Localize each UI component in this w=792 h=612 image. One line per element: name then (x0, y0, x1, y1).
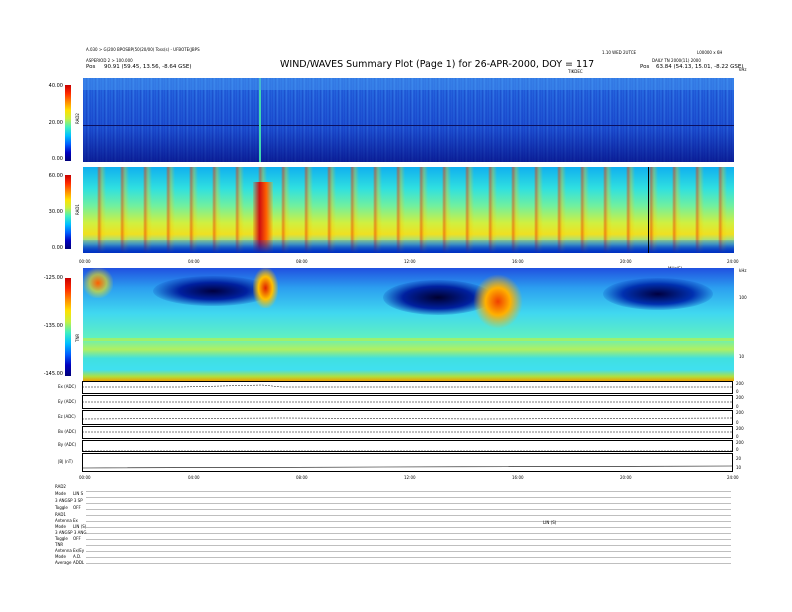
ey-name: Ey (ADC) (58, 399, 76, 404)
status-rad1-toggle-label: Toggle (55, 536, 68, 541)
time-axis2-5: 20:00 (620, 475, 632, 480)
status-rad1-antenna-value: Ex (73, 518, 78, 523)
by-right-top: 200 (736, 440, 744, 445)
tnr-right-tick-100: 100 (739, 295, 747, 300)
header-position-right: 63.84 (54.13, 15.01, -8.22 GSE) (656, 64, 744, 70)
status-rad2-toggle-value: OFF (73, 505, 81, 510)
rad1-name: RAD1 (75, 204, 80, 215)
header-param-line1: A.030 > G(200 BPOSBP(50(20/00) Toss(s) -… (86, 47, 200, 52)
header-right-line3: DAILY TN 2000(11) 2000 (652, 58, 701, 63)
by-right-bottom: 0 (736, 447, 739, 452)
rad1-tick-top: 60.00 (48, 173, 63, 179)
time-axis1-6: 24:00 (727, 259, 739, 264)
rad2-name: RAD2 (75, 113, 80, 124)
ey-right-top: 200 (736, 395, 744, 400)
rad2-top-label: TIKDEC (568, 69, 583, 74)
ex-right-bottom: 0 (736, 389, 739, 394)
time-axis1-0: 00:00 (79, 259, 91, 264)
tnr-right-unit: kHz (739, 268, 747, 273)
status-tnr-mode-label: Mode (55, 554, 66, 559)
status-tnr-label: TNR (55, 542, 64, 547)
tnr-spectrogram (83, 268, 734, 381)
rad1-tick-bottom: 0.00 (51, 245, 63, 251)
rad1-tick-mid: 30.00 (48, 209, 63, 215)
time-axis2-6: 24:00 (727, 475, 739, 480)
b-right-bottom: 10 (736, 465, 742, 470)
tnr-tick-top: -125.00 (43, 275, 63, 281)
rad1-spectrogram (83, 167, 734, 253)
status-rad1-mode-label: Mode (55, 524, 66, 529)
time-axis2-2: 08:00 (296, 475, 308, 480)
tnr-right-tick-10: 10 (739, 354, 745, 359)
status-tnr-average-label: Average (55, 560, 72, 565)
rad2-tick-top: 40.00 (48, 83, 63, 89)
status-rad1-mode-value: LIN (S) (73, 524, 87, 529)
rad2-spectrogram (83, 78, 734, 162)
status-rad2-label: RAD2 (55, 484, 66, 489)
status-tnr-mode-value: A.D. (73, 554, 82, 559)
status-rad2-angsp-label: 3 ANGSP 3 SP (55, 498, 83, 503)
status-rad1-antenna-label: Antenna (55, 518, 72, 523)
by-name: By (ADC) (58, 442, 77, 447)
rad2-tick-mid: 20.00 (48, 120, 63, 126)
tnr-tick-mid: -135.00 (43, 323, 63, 329)
header-param-line2: ASPERIOD 2 > 100.000 (86, 58, 133, 63)
status-tnr-antenna-label: Antenna (55, 548, 72, 553)
b-trace (82, 465, 733, 469)
header-position-left: 90.91 (59.45, 13.56, -8.64 GSE) (104, 64, 192, 70)
status-rad2-mode-value: LIN S (73, 491, 84, 496)
header-right-line2: L00000 x 6H (697, 50, 723, 55)
b-name: |B| (nT) (58, 459, 73, 464)
plot-title: WIND/WAVES Summary Plot (Page 1) for 26-… (280, 59, 595, 70)
ex-name: Ex (ADC) (58, 384, 76, 389)
ex-trace (82, 384, 733, 388)
bx-name: Bx (ADC) (58, 429, 77, 434)
ez-right-bottom: 0 (736, 420, 739, 425)
time-axis1-3: 12:00 (404, 259, 416, 264)
unit-top-label: kHz (739, 67, 747, 72)
rad2-colorbar (65, 85, 71, 161)
time-series-traces (82, 384, 733, 469)
tnr-name: TNR (75, 333, 80, 342)
status-dotted-rows (86, 486, 731, 566)
b-right-top: 20 (736, 456, 742, 461)
time-axis2-3: 12:00 (404, 475, 416, 480)
status-rad1-label: RAD1 (55, 512, 66, 517)
time-axis2-4: 16:00 (512, 475, 524, 480)
bx-right-bottom: 0 (736, 434, 739, 439)
bx-right-top: 200 (736, 426, 744, 431)
status-tnr-antenna-value: Ex/Ey (73, 548, 85, 553)
ez-trace (82, 417, 733, 420)
status-tnr-average-value: ADDL (73, 560, 85, 565)
ez-right-top: 200 (736, 410, 744, 415)
header-right-line1: 1.10 WED 2UTCE (602, 50, 637, 55)
status-rad1-angsp-label: 3 ANGSP 3 ANG (55, 530, 87, 535)
tnr-tick-bottom: -145.00 (43, 371, 63, 377)
time-axis1-2: 08:00 (296, 259, 308, 264)
rad1-colorbar (65, 175, 71, 249)
ez-name: Ez (ADC) (58, 414, 76, 419)
time-axis1-1: 04:00 (188, 259, 200, 264)
time-axis2-1: 04:00 (188, 475, 200, 480)
rad2-tick-bottom: 0.00 (51, 156, 63, 162)
tnr-colorbar (65, 278, 71, 376)
status-rad2-toggle-label: Toggle (55, 505, 68, 510)
time-axis1-5: 20:00 (620, 259, 632, 264)
time-axis1-4: 16:00 (512, 259, 524, 264)
status-rad1-toggle-value: OFF (73, 536, 81, 541)
time-axis2-0: 00:00 (79, 475, 91, 480)
ey-right-bottom: 0 (736, 404, 739, 409)
header-pos-prefix-left: Pos (86, 64, 96, 70)
header-pos-prefix-right: Pos (640, 64, 650, 70)
status-rad2-mode-label: Mode (55, 491, 66, 496)
ex-right-top: 200 (736, 381, 744, 386)
